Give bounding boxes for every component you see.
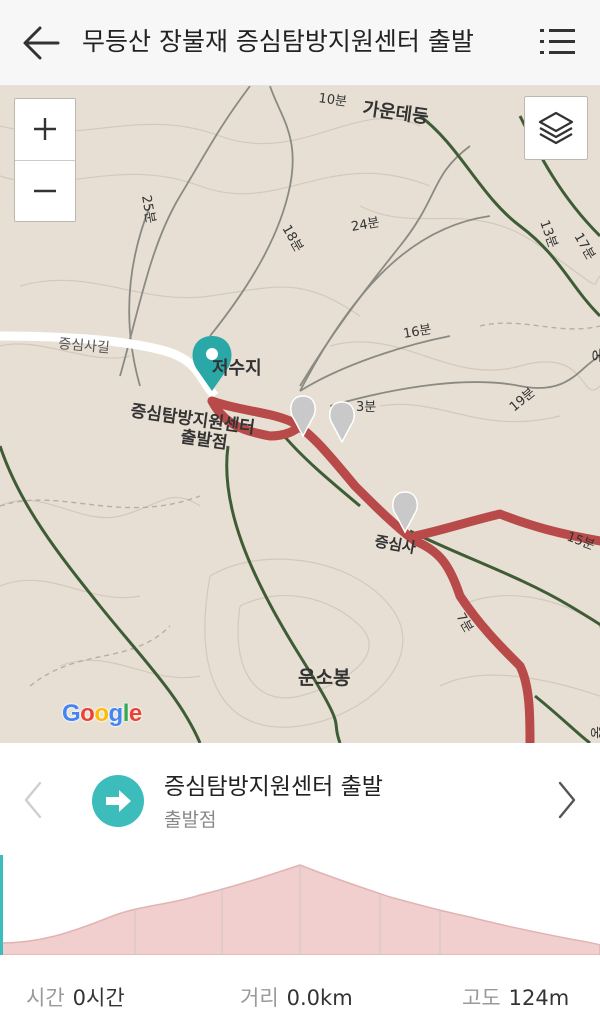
chevron-left-icon	[24, 781, 42, 819]
layers-button[interactable]	[524, 96, 588, 160]
edge-label-south: 중	[588, 726, 600, 739]
altitude-label: 고도	[462, 986, 501, 1010]
plus-icon	[34, 118, 56, 140]
app-header: 무등산 장불재 증심탐방지원센터 출발	[0, 0, 600, 86]
next-step-button[interactable]	[552, 779, 582, 821]
back-button[interactable]	[18, 20, 66, 66]
direction-step: 증심탐방지원센터 출발 출발점	[0, 743, 600, 855]
prev-step-button[interactable]	[18, 779, 48, 821]
edge-label-north: 중	[590, 348, 600, 363]
step-subtitle: 출발점	[164, 809, 217, 831]
elevation-chart	[0, 855, 600, 956]
arrow-right-circle-icon	[92, 775, 144, 827]
stat-distance: 거리 0.0km	[240, 982, 353, 1012]
route-line	[207, 396, 600, 743]
google-logo: Google	[62, 700, 142, 727]
list-menu-icon	[540, 29, 575, 54]
time-label-10: 10분	[317, 91, 347, 110]
distance-value: 0.0km	[286, 986, 353, 1010]
time-label: 시간	[26, 986, 65, 1010]
time-label-17: 17분	[571, 231, 598, 263]
stat-altitude: 고도 124m	[462, 982, 569, 1012]
minus-icon	[34, 189, 56, 193]
menu-button[interactable]	[536, 22, 580, 62]
time-label-25: 25분	[138, 194, 158, 225]
layers-icon	[538, 111, 574, 145]
time-label-24: 24분	[350, 215, 381, 235]
elevation-profile[interactable]	[0, 855, 600, 956]
map-canvas: 10분 가운데등 25분 18분 24분 16분 19분 13분 17분 15분…	[0, 86, 600, 743]
route-stats: 시간 0시간 거리 0.0km 고도 124m	[0, 966, 600, 1026]
step-title: 증심탐방지원센터 출발	[164, 774, 383, 800]
trail-map[interactable]: 10분 가운데등 25분 18분 24분 16분 19분 13분 17분 15분…	[0, 86, 600, 743]
time-label-3: 3분	[356, 400, 376, 415]
time-label-16: 16분	[402, 322, 433, 342]
minor-paths	[0, 322, 600, 687]
arrow-left-icon	[23, 26, 60, 60]
poi-marker-icon	[329, 401, 355, 444]
chevron-right-icon	[558, 781, 576, 819]
altitude-value: 124m	[508, 986, 570, 1010]
place-label-reservoir: 저수지	[212, 358, 262, 379]
time-value: 0시간	[72, 986, 125, 1010]
time-label-15: 15분	[565, 530, 597, 554]
stat-time: 시간 0시간	[26, 982, 125, 1012]
map-labels: 10분 가운데등 25분 18분 24분 16분 19분 13분 17분 15분…	[58, 91, 600, 739]
distance-label: 거리	[240, 986, 279, 1010]
road-label: 증심사길	[58, 336, 111, 356]
zoom-out-button[interactable]	[15, 161, 75, 221]
time-label-18: 18분	[279, 223, 306, 255]
zoom-control	[14, 98, 76, 222]
time-label-19: 19분	[507, 385, 539, 415]
page-title: 무등산 장불재 증심탐방지원센터 출발	[82, 27, 474, 56]
place-label-unsobong: 운소봉	[298, 667, 350, 689]
zoom-in-button[interactable]	[15, 99, 75, 159]
position-indicator	[0, 855, 3, 955]
place-label-ganundeung: 가운데등	[361, 98, 430, 128]
